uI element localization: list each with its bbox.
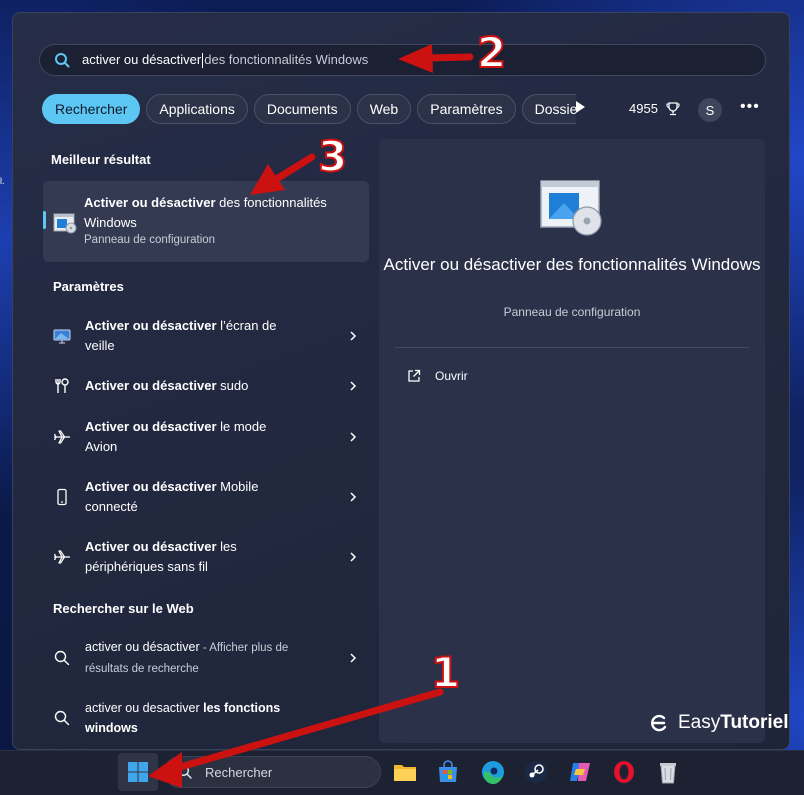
airplane-icon	[53, 430, 70, 444]
web-result-more[interactable]: activer ou désactiver - Afficher plus de…	[53, 633, 369, 683]
desktop-icon-fragment: l.	[0, 176, 5, 186]
chevron-right-icon	[350, 432, 357, 442]
search-suggestion-text: des fonctionnalités Windows	[204, 51, 369, 67]
open-action-button[interactable]: Ouvrir	[407, 369, 468, 383]
preview-divider	[395, 347, 749, 348]
start-search-panel: activer ou désactiver des fonctionnalités…	[12, 12, 790, 750]
web-result-suggestion[interactable]: activer ou desactiver les fonctions wind…	[53, 693, 369, 743]
rewards-points[interactable]: 4955	[629, 101, 680, 116]
search-icon	[55, 53, 70, 68]
taskbar-search-label: Rechercher	[205, 764, 273, 780]
start-button[interactable]	[118, 753, 158, 791]
best-match-title-bold: Activer ou désactiver	[84, 195, 216, 210]
annotation-number-1: 1	[430, 647, 461, 698]
chevron-right-icon	[350, 331, 357, 341]
chevron-right-icon	[350, 492, 357, 502]
settings-result-screensaver[interactable]: Activer ou désactiver l’écran de veille	[53, 311, 369, 361]
annotation-number-3: 3	[317, 131, 348, 182]
settings-result-label: Activer ou désactiver le mode Avion	[85, 417, 295, 457]
recycle-bin-icon[interactable]	[655, 759, 681, 785]
annotation-number-2: 2	[476, 27, 507, 78]
best-match-subtitle: Panneau de configuration	[84, 234, 216, 246]
edge-icon[interactable]	[480, 759, 506, 785]
store-icon[interactable]	[435, 759, 461, 785]
windows-features-icon	[540, 180, 602, 236]
open-external-icon	[408, 369, 421, 382]
rewards-points-value: 4955	[629, 101, 658, 116]
best-match-heading: Meilleur résultat	[51, 152, 151, 167]
chevron-right-icon	[350, 653, 357, 663]
windows-logo-icon	[128, 762, 148, 782]
filter-tabs: Rechercher Applications Documents Web Pa…	[42, 93, 582, 125]
file-explorer-icon[interactable]	[392, 759, 418, 785]
watermark-prefix: Easy	[678, 712, 721, 733]
result-label-rest: sudo	[216, 378, 249, 393]
settings-heading: Paramètres	[53, 279, 124, 294]
result-label-bold: Activer ou désactiver	[85, 419, 217, 434]
airplane-icon	[53, 550, 70, 564]
selection-indicator	[43, 211, 46, 229]
web-search-heading: Rechercher sur le Web	[53, 601, 194, 616]
tab-dossier[interactable]: Dossier	[521, 94, 576, 124]
settings-result-sudo[interactable]: Activer ou désactiver sudo	[53, 361, 369, 411]
avatar[interactable]: S	[698, 98, 722, 122]
more-options-icon[interactable]: •••	[740, 98, 760, 116]
best-match-title: Activer ou désactiver des fonctionnalité…	[84, 193, 344, 233]
monitor-icon	[53, 329, 71, 344]
tools-icon	[55, 378, 69, 393]
web-result-query: activer ou desactiver	[85, 701, 204, 715]
search-icon	[54, 650, 70, 666]
web-result-label: activer ou desactiver les fonctions wind…	[85, 698, 305, 738]
opera-icon[interactable]	[611, 759, 637, 785]
easytutoriel-logo-icon	[651, 714, 667, 732]
taskbar-search-box[interactable]: Rechercher	[164, 756, 381, 788]
result-label-bold: Activer ou désactiver	[85, 479, 217, 494]
preview-title: Activer ou désactiver des fonctionnalité…	[383, 255, 761, 274]
trophy-icon	[666, 101, 680, 115]
tab-documents[interactable]: Documents	[253, 94, 351, 124]
web-result-label: activer ou désactiver - Afficher plus de…	[85, 637, 305, 679]
more-tabs-play-icon[interactable]	[576, 101, 585, 113]
settings-result-wireless-devices[interactable]: Activer ou désactiver les périphériques …	[53, 532, 369, 582]
best-match-result[interactable]: Activer ou désactiver des fonctionnalité…	[43, 181, 369, 262]
result-label-bold: Activer ou désactiver	[85, 318, 217, 333]
settings-result-label: Activer ou désactiver Mobile connecté	[85, 477, 295, 517]
web-result-query: activer ou désactiver	[85, 640, 200, 654]
tab-rechercher[interactable]: Rechercher	[42, 94, 141, 124]
settings-result-label: Activer ou désactiver sudo	[85, 376, 295, 396]
result-label-bold: Activer ou désactiver	[85, 378, 217, 393]
tab-applications[interactable]: Applications	[146, 94, 248, 124]
search-icon	[177, 764, 192, 779]
search-icon	[54, 710, 70, 726]
settings-result-label: Activer ou désactiver les périphériques …	[85, 537, 295, 577]
tab-parametres[interactable]: Paramètres	[417, 94, 516, 124]
chevron-right-icon	[350, 552, 357, 562]
search-typed-text: activer ou désactiver	[82, 51, 202, 67]
result-label-bold: Activer ou désactiver	[85, 539, 217, 554]
steam-icon[interactable]	[523, 759, 549, 785]
search-input[interactable]: activer ou désactiver des fonctionnalités…	[39, 44, 766, 76]
windows-features-icon	[53, 213, 77, 234]
tab-web[interactable]: Web	[356, 94, 412, 124]
settings-result-mobile-connected[interactable]: Activer ou désactiver Mobile connecté	[53, 472, 369, 522]
watermark-suffix: Tutoriel	[720, 712, 789, 733]
settings-result-airplane-mode[interactable]: Activer ou désactiver le mode Avion	[53, 412, 369, 462]
preview-subtitle: Panneau de configuration	[503, 305, 641, 319]
open-action-label: Ouvrir	[435, 369, 468, 383]
settings-result-label: Activer ou désactiver l’écran de veille	[85, 316, 295, 356]
phone-icon	[57, 488, 67, 506]
copilot-icon[interactable]	[567, 759, 593, 785]
search-query: activer ou désactiver des fonctionnalités…	[82, 51, 369, 69]
chevron-right-icon	[350, 381, 357, 391]
easytutoriel-watermark: Easy Tutoriel	[648, 712, 789, 734]
